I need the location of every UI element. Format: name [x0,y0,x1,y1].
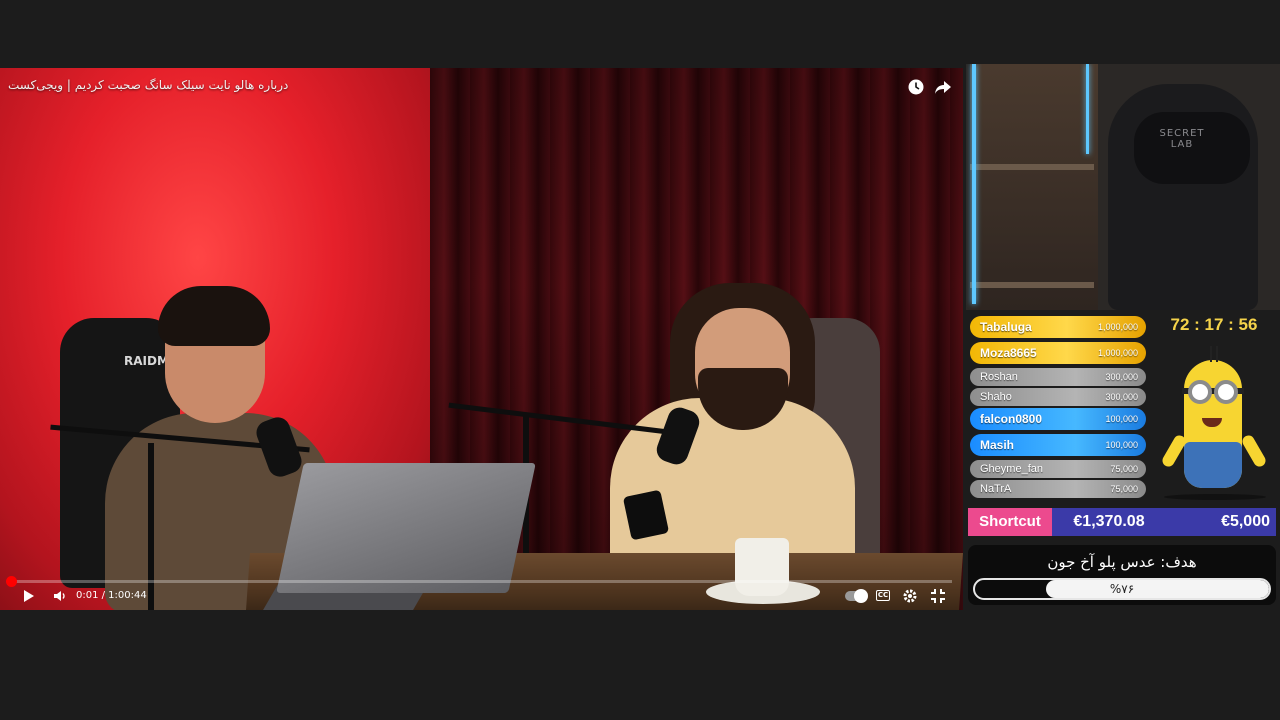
laptop [276,463,536,593]
video-frame: RAIDMA [0,68,963,610]
shelf-board [970,282,1094,288]
donor-row: Roshan 300,000 [970,368,1146,386]
donor-name: Roshan [980,371,1018,383]
led-strip [972,64,976,304]
donor-amount: 300,000 [1105,372,1138,382]
shortcut-donation-bar: Shortcut €1,370.08 €5,000 [968,508,1276,536]
donor-name: Tabaluga [980,320,1032,334]
mascot-shadow [1164,494,1266,500]
play-icon[interactable] [22,588,36,604]
goal-percent-label: %۷۶ [1109,582,1135,596]
minion-mascot [1156,338,1274,502]
video-title[interactable]: درباره هالو نایت سیلک سانگ صحبت کردیم | … [8,78,288,92]
donor-amount: 1,000,000 [1097,348,1138,358]
mascot-overalls [1184,442,1242,488]
donor-name: Gheyme_fan [980,463,1043,475]
host-left-hair [158,286,270,346]
mascot-goggle [1188,380,1212,404]
clock-icon[interactable] [907,78,925,96]
goal-progress-bar: %۷۶ [973,578,1271,600]
share-icon[interactable] [934,78,952,96]
scrubber-handle[interactable] [6,576,17,587]
donor-row: Shaho 300,000 [970,388,1146,406]
shortcut-target-amount: €5,000 [1221,513,1270,530]
collectibles-shelf [970,64,1098,310]
donor-amount: 100,000 [1105,440,1138,450]
exit-fullscreen-icon[interactable] [930,588,946,604]
donor-row: Moza8665 1,000,000 [970,342,1146,364]
chair-brand-label: SECRET LAB [1159,128,1205,150]
mascot-hair [1210,346,1218,362]
mascot-goggle [1214,380,1238,404]
donor-amount: 100,000 [1105,414,1138,424]
donor-amount: 75,000 [1110,484,1138,494]
subathon-timer: 72 : 17 : 56 [1170,315,1258,334]
mascot-arm [1240,433,1268,469]
donor-amount: 300,000 [1105,392,1138,402]
shortcut-current-amount: €1,370.08 [1073,513,1145,530]
video-player[interactable]: RAIDMA درباره هالو نایت سیلک سانگ صحبت ک… [0,68,963,610]
donor-row: Tabaluga 1,000,000 [970,316,1146,338]
donor-amount: 75,000 [1110,464,1138,474]
time-display: 0:01 / 1:00:44 [76,590,147,601]
donor-row: NaTrA 75,000 [970,480,1146,498]
donation-goal: هدف: عدس پلو آخ جون %۷۶ [968,545,1276,605]
autoplay-toggle-icon[interactable] [845,589,868,603]
shelf-board [970,164,1094,170]
donor-leaderboard: Tabaluga 1,000,000 Moza8665 1,000,000 Roshan… [966,312,1152,502]
donor-name: Masih [980,438,1015,452]
donor-row: Masih 100,000 [970,434,1146,456]
gear-icon[interactable] [902,588,918,604]
donor-row: Gheyme_fan 75,000 [970,460,1146,478]
coffee-cup [735,538,789,596]
donor-name: Shaho [980,391,1012,403]
progress-bar[interactable] [12,580,952,583]
donor-row: falcon0800 100,000 [970,408,1146,430]
webcam-feed: SECRET LAB [966,64,1280,310]
donor-name: falcon0800 [980,412,1043,426]
mic-stand-left [148,443,154,610]
donor-name: NaTrA [980,483,1012,495]
donor-name: Moza8665 [980,346,1037,360]
shortcut-label: Shortcut [968,508,1052,536]
volume-icon[interactable] [52,588,68,604]
cc-icon[interactable]: CC [876,590,890,601]
donor-amount: 1,000,000 [1097,322,1138,332]
stream-canvas: RAIDMA درباره هالو نایت سیلک سانگ صحبت ک… [0,0,1280,720]
led-strip [1086,64,1089,154]
goal-title: هدف: عدس پلو آخ جون [1047,553,1197,571]
